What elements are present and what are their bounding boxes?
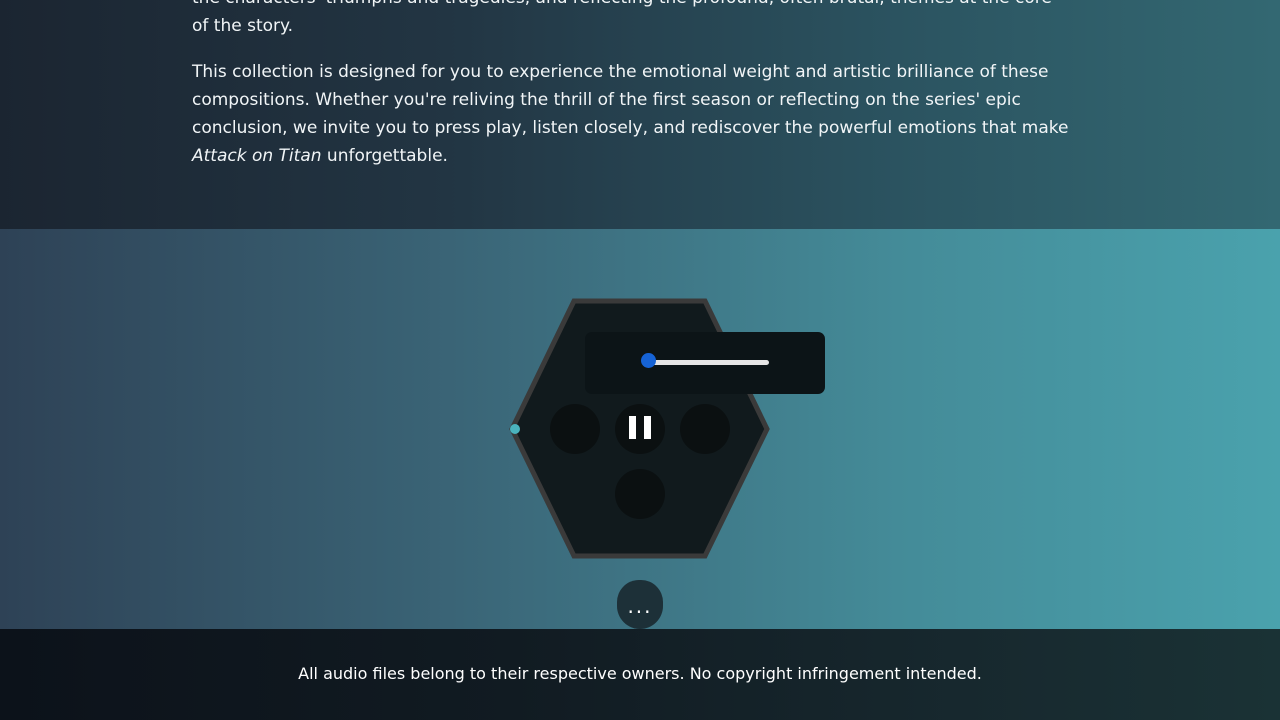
footer: All audio files belong to their respecti… — [0, 629, 1280, 720]
pause-icon — [625, 415, 655, 443]
volume-popup — [585, 332, 825, 394]
volume-button[interactable] — [615, 469, 665, 519]
intro-section: the characters' triumphs and tragedies, … — [0, 0, 1280, 229]
intro-paragraph-1-line-1: the characters' triumphs and tragedies, … — [192, 0, 1052, 8]
previous-button[interactable] — [550, 404, 600, 454]
next-button[interactable] — [680, 404, 730, 454]
intro-paragraph-2-end: unforgettable. — [321, 146, 448, 166]
play-pause-button[interactable] — [615, 404, 665, 454]
more-options-button[interactable]: ... — [617, 580, 663, 629]
volume-slider-track[interactable] — [647, 360, 769, 365]
intro-paragraph-2: This collection is designed for you to e… — [192, 58, 1092, 170]
intro-paragraph-1-line-2: of the story. — [192, 16, 294, 36]
copyright-disclaimer: All audio files belong to their respecti… — [298, 664, 982, 683]
intro-paragraph-2-text: This collection is designed for you to e… — [192, 62, 1069, 138]
page: the characters' triumphs and tragedies, … — [0, 0, 1280, 720]
volume-slider-thumb[interactable] — [641, 353, 656, 368]
player-section: ... — [0, 229, 1280, 629]
series-title: Attack on Titan — [192, 146, 322, 166]
intro-paragraph-1: the characters' triumphs and tragedies, … — [192, 0, 1092, 40]
progress-handle[interactable] — [510, 424, 520, 434]
